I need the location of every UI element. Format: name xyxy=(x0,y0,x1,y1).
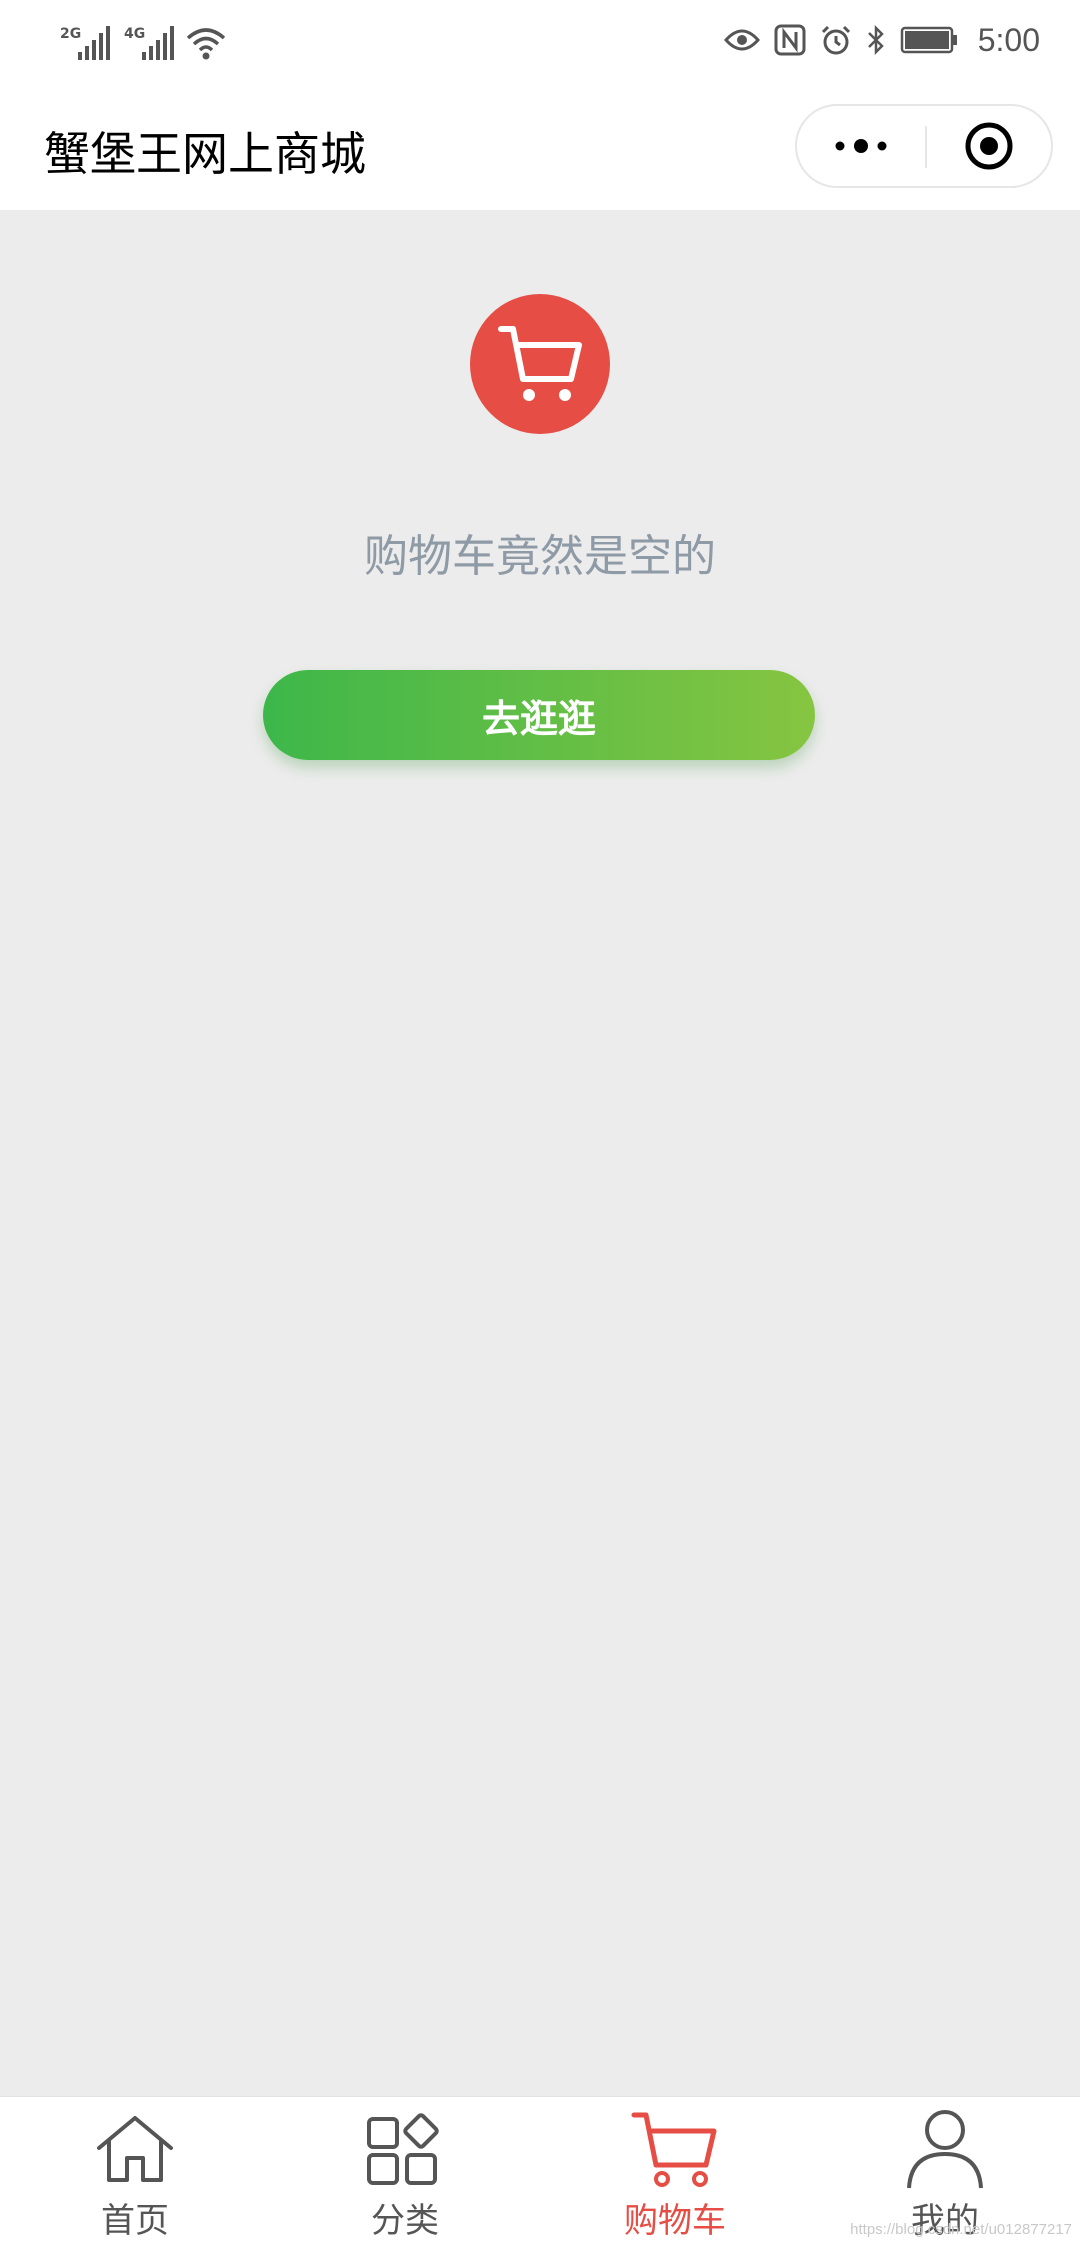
wifi-icon xyxy=(186,28,226,60)
tab-category[interactable]: 分类 xyxy=(270,2097,540,2245)
more-dots-icon xyxy=(835,139,887,153)
signal-bars-icon xyxy=(142,26,174,60)
tab-home-label: 首页 xyxy=(101,2201,169,2241)
status-bar: 2G 4G 5:00 xyxy=(0,0,1080,80)
alarm-icon xyxy=(821,25,850,55)
user-icon xyxy=(907,2110,983,2189)
signal-4g: 4G xyxy=(122,26,174,60)
nfc-icon xyxy=(774,24,806,56)
page-title: 蟹堡王网上商城 xyxy=(44,127,366,181)
tab-cart-label: 购物车 xyxy=(624,2201,726,2241)
watermark: https://blog.csdn.net/u012877217 xyxy=(850,2221,1072,2238)
bluetooth-icon xyxy=(867,24,884,56)
battery-icon xyxy=(900,26,957,54)
home-icon xyxy=(97,2116,173,2182)
tab-home[interactable]: 首页 xyxy=(0,2097,270,2245)
status-time: 5:00 xyxy=(977,21,1040,58)
signal-2g: 2G xyxy=(58,26,110,60)
more-button[interactable] xyxy=(797,106,925,186)
navigation-bar: 蟹堡王网上商城 xyxy=(0,80,1080,210)
tab-cart[interactable]: 购物车 xyxy=(540,2097,810,2245)
cart-content: 购物车竟然是空的 去逛逛 xyxy=(0,210,1080,2096)
cart-icon xyxy=(498,326,582,401)
network-type-4g: 4G xyxy=(124,26,146,42)
eye-icon xyxy=(723,29,760,51)
close-mini-program-button[interactable] xyxy=(927,106,1051,186)
tab-bar: 首页 分类 购物车 我的 https://blog.csdn.net/u0128… xyxy=(0,2096,1080,2244)
empty-cart-message: 购物车竟然是空的 xyxy=(364,531,716,582)
empty-cart-badge xyxy=(470,294,610,434)
go-shopping-button[interactable]: 去逛逛 xyxy=(263,670,815,760)
tab-category-label: 分类 xyxy=(371,2201,439,2241)
status-right: 5:00 xyxy=(723,18,1040,62)
mini-program-capsule xyxy=(795,104,1053,188)
target-close-icon xyxy=(965,122,1013,170)
status-left: 2G 4G xyxy=(58,20,226,60)
network-type-2g: 2G xyxy=(60,26,82,42)
category-icon xyxy=(367,2113,439,2185)
cart-icon xyxy=(631,2112,717,2187)
signal-bars-icon xyxy=(78,26,110,60)
